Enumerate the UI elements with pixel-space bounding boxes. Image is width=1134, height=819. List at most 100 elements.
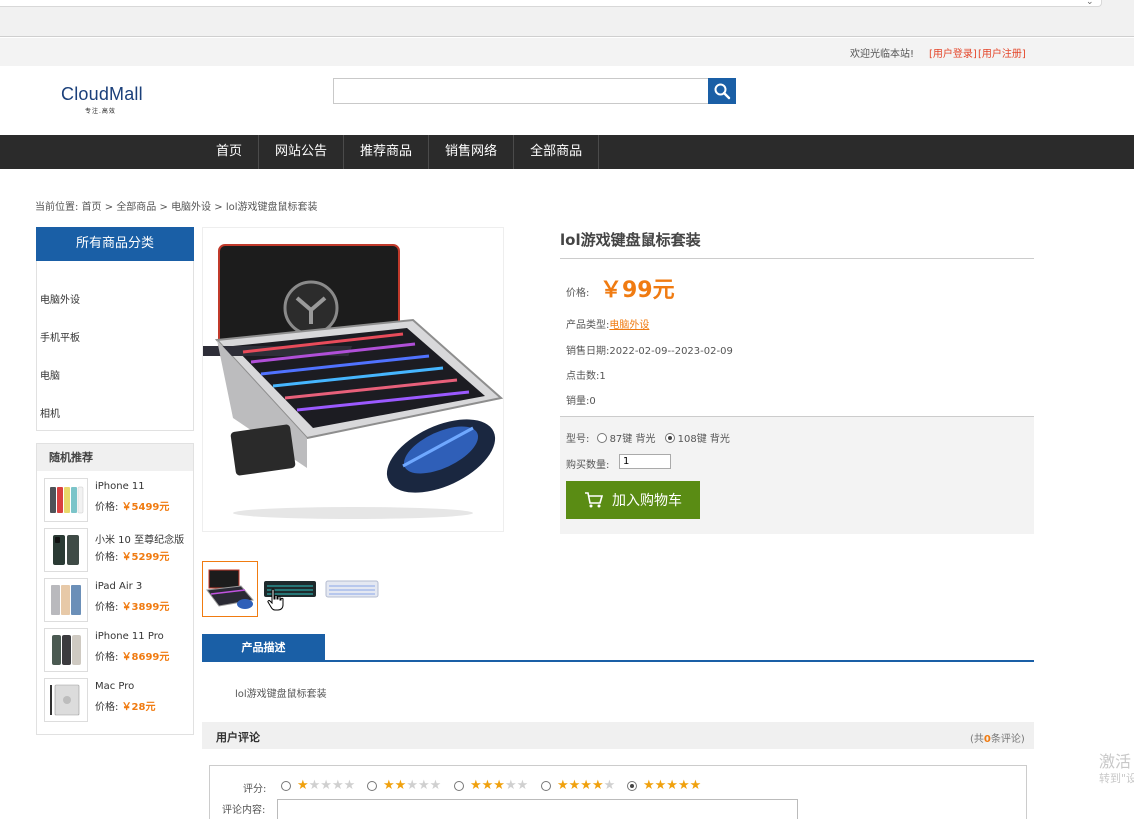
model-option-label[interactable]: 87键 背光 xyxy=(610,434,656,445)
chevron-down-icon[interactable]: ⌄ xyxy=(1086,0,1094,7)
phone-image xyxy=(50,486,84,514)
category-item[interactable]: 电脑外设 xyxy=(40,291,80,306)
register-link[interactable]: [用户注册] xyxy=(978,45,1026,60)
divider xyxy=(560,258,1034,259)
rating-radio[interactable] xyxy=(367,780,377,791)
recommend-price: ￥28元 xyxy=(121,702,156,713)
logo-text: CloudMall xyxy=(61,84,143,104)
count-suffix: 条评论) xyxy=(990,734,1025,745)
product-thumbnail[interactable] xyxy=(44,528,88,572)
recommend-panel-title: 随机推荐 xyxy=(37,444,193,471)
cart-icon xyxy=(585,492,604,508)
breadcrumb-category[interactable]: 电脑外设 xyxy=(171,202,211,213)
rating-option-1[interactable]: ★★★★★ xyxy=(281,779,355,792)
breadcrumb-sep: > xyxy=(101,202,117,213)
category-item[interactable]: 手机平板 xyxy=(40,329,80,344)
recommend-price-row: 价格: ￥5499元 xyxy=(95,498,169,513)
tab-underline xyxy=(202,660,1034,662)
thumbnail-1[interactable] xyxy=(202,561,258,617)
main-nav: 首页 网站公告 推荐商品 销售网络 全部商品 xyxy=(200,135,600,169)
product-thumbnail[interactable] xyxy=(44,678,88,722)
activation-watermark: 激活 xyxy=(1099,752,1132,771)
comment-textarea[interactable] xyxy=(277,799,798,819)
phone-image xyxy=(53,535,79,565)
rating-radio[interactable] xyxy=(454,780,464,791)
price-label: 价格: xyxy=(95,552,119,563)
keyboard-mouse-image xyxy=(198,244,504,519)
search-button[interactable] xyxy=(708,78,736,104)
recommend-price: ￥3899元 xyxy=(121,602,170,613)
recommend-price-row: 价格: ￥3899元 xyxy=(95,598,169,613)
stars-icon: ★★★★★ xyxy=(643,778,702,793)
recommend-name[interactable]: iPad Air 3 xyxy=(95,581,142,592)
quantity-input[interactable]: 1 xyxy=(619,454,671,469)
stars-icon: ★★★★★ xyxy=(297,778,356,793)
product-price: ￥99元 xyxy=(600,278,675,303)
browser-address-field[interactable] xyxy=(0,0,1102,7)
rating-radio[interactable] xyxy=(541,780,551,791)
price-label: 价格: xyxy=(95,602,119,613)
nav-sales-network[interactable]: 销售网络 xyxy=(429,135,515,169)
recommend-price-row: 价格: ￥8699元 xyxy=(95,648,169,663)
category-item[interactable]: 相机 xyxy=(40,405,60,420)
recommend-name[interactable]: iPhone 11 Pro xyxy=(95,631,164,642)
date-value: 2022-02-09--2023-02-09 xyxy=(609,346,733,357)
comment-content-label: 评论内容: xyxy=(222,805,266,816)
clicks-row: 点击数:1 xyxy=(566,367,606,382)
model-radio-108[interactable] xyxy=(664,433,675,443)
sale-date-row: 销售日期:2022-02-09--2023-02-09 xyxy=(566,342,733,357)
logo-tagline: 专注.高效 xyxy=(85,108,116,115)
product-thumbnail[interactable] xyxy=(44,478,88,522)
recommend-price-row: 价格: ￥28元 xyxy=(95,698,155,713)
model-label: 型号: xyxy=(566,434,590,445)
site-logo[interactable]: CloudMall 专注.高效 xyxy=(61,84,143,115)
category-panel-title: 所有商品分类 xyxy=(36,227,194,261)
type-link[interactable]: 电脑外设 xyxy=(609,320,649,331)
tab-description[interactable]: 产品描述 xyxy=(202,634,325,662)
recommend-price-row: 价格: ￥5299元 xyxy=(95,548,169,563)
keyboard-mouse-thumb xyxy=(206,569,254,609)
model-option-label[interactable]: 108键 背光 xyxy=(678,434,730,445)
rating-radio[interactable] xyxy=(281,780,291,791)
recommend-name[interactable]: 小米 10 至尊纪念版 xyxy=(95,531,184,546)
clicks-label: 点击数: xyxy=(566,371,600,382)
count-value: 0 xyxy=(983,734,991,745)
login-link[interactable]: [用户登录] xyxy=(929,45,977,60)
price-label: 价格: xyxy=(95,502,119,513)
stars-icon: ★★★★★ xyxy=(470,778,529,793)
product-thumbnail[interactable] xyxy=(44,578,88,622)
nav-announcements[interactable]: 网站公告 xyxy=(259,135,345,169)
rating-option-3[interactable]: ★★★★★ xyxy=(454,779,528,792)
welcome-text: 欢迎光临本站! xyxy=(850,49,915,60)
product-thumbnail[interactable] xyxy=(44,628,88,672)
nav-home[interactable]: 首页 xyxy=(200,135,260,169)
nav-all-products[interactable]: 全部商品 xyxy=(514,135,600,169)
tablet-image xyxy=(51,585,81,615)
category-item[interactable]: 电脑 xyxy=(40,367,60,382)
recommend-name[interactable]: Mac Pro xyxy=(95,681,134,692)
search-input[interactable] xyxy=(333,78,709,104)
thumbnail-3[interactable] xyxy=(324,561,380,617)
sales-value: 0 xyxy=(589,396,596,407)
model-row: 型号: 87键 背光 108键 背光 xyxy=(566,430,730,445)
sales-label: 销量: xyxy=(566,396,590,407)
breadcrumb-all[interactable]: 全部商品 xyxy=(116,202,156,213)
rating-radio[interactable] xyxy=(627,780,637,791)
price-label: 价格: xyxy=(95,652,119,663)
rating-option-5[interactable]: ★★★★★ xyxy=(627,779,701,792)
stars-icon: ★★★★★ xyxy=(557,778,616,793)
nav-recommended[interactable]: 推荐商品 xyxy=(344,135,430,169)
recommend-name[interactable]: iPhone 11 xyxy=(95,481,145,492)
quantity-label: 购买数量: xyxy=(566,460,610,471)
comments-title: 用户评论 xyxy=(216,731,260,744)
rating-option-4[interactable]: ★★★★★ xyxy=(541,779,615,792)
rating-option-2[interactable]: ★★★★★ xyxy=(367,779,441,792)
product-main-image[interactable] xyxy=(198,227,504,532)
add-to-cart-button[interactable]: 加入购物车 xyxy=(566,481,700,519)
hand-cursor-icon xyxy=(267,588,284,611)
model-radio-87[interactable] xyxy=(596,433,607,443)
breadcrumb-product: lol游戏键盘鼠标套装 xyxy=(225,202,318,213)
product-type-row: 产品类型:电脑外设 xyxy=(566,316,649,331)
recommend-price: ￥5299元 xyxy=(121,552,170,563)
breadcrumb-home[interactable]: 首页 xyxy=(82,202,102,213)
